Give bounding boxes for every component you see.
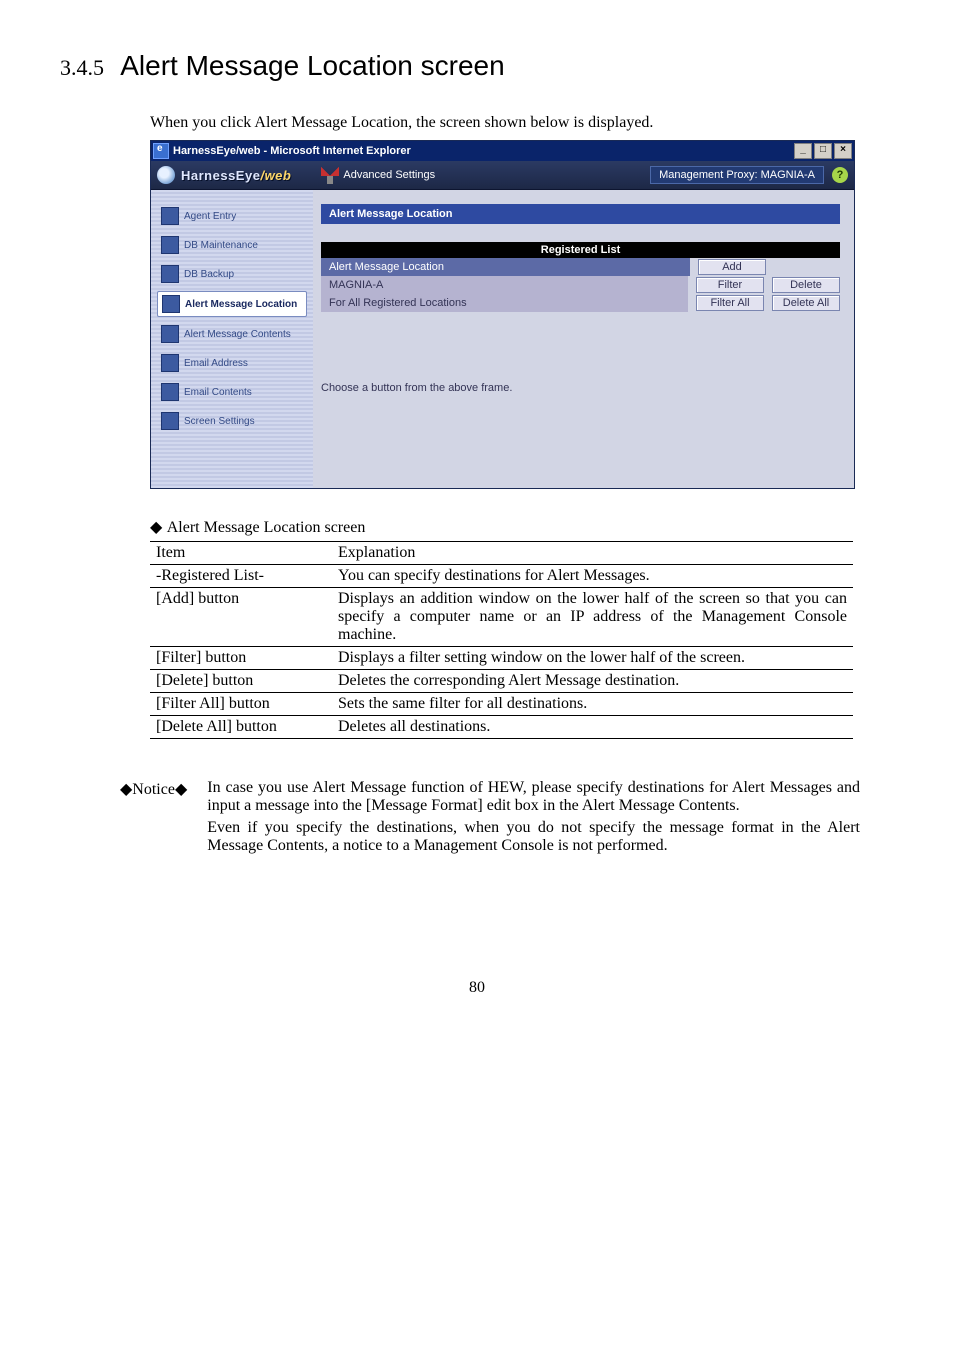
screen-settings-icon	[161, 412, 179, 430]
filter-button[interactable]: Filter	[696, 277, 764, 293]
db-maintenance-icon	[161, 236, 179, 254]
alert-contents-icon	[161, 325, 179, 343]
page-number: 80	[60, 979, 894, 997]
registered-list-header: Registered List	[321, 242, 840, 258]
table-row: [Delete All] buttonDeletes all destinati…	[150, 716, 853, 739]
email-address-icon	[161, 354, 179, 372]
section-number: 3.4.5	[60, 55, 104, 80]
notice-label: ◆Notice◆	[120, 779, 187, 859]
th-item: Item	[150, 542, 332, 565]
th-explanation: Explanation	[332, 542, 853, 565]
section-heading: 3.4.5 Alert Message Location screen	[60, 50, 894, 82]
sidebar-item-alert-message-location[interactable]: Alert Message Location	[157, 291, 307, 317]
management-proxy-badge: Management Proxy: MAGNIA-A	[650, 166, 824, 184]
sidebar-item-db-maintenance[interactable]: DB Maintenance	[157, 233, 307, 257]
app-window: HarnessEye/web - Microsoft Internet Expl…	[150, 140, 855, 489]
location-row-1: MAGNIA-A	[321, 276, 688, 294]
sidebar-item-alert-message-contents[interactable]: Alert Message Contents	[157, 322, 307, 346]
sidebar-item-agent-entry[interactable]: Agent Entry	[157, 204, 307, 228]
location-row-all: For All Registered Locations	[321, 294, 688, 312]
instruction-text: Choose a button from the above frame.	[321, 382, 840, 394]
brand-text: HarnessEye/web	[181, 168, 291, 183]
main-panel: Alert Message Location Registered List A…	[313, 190, 854, 488]
agent-entry-icon	[161, 207, 179, 225]
delete-all-button[interactable]: Delete All	[772, 295, 840, 311]
app-topbar: HarnessEye/web Advanced Settings Managem…	[151, 161, 854, 190]
table-row: [Add] buttonDisplays an addition window …	[150, 588, 853, 647]
table-caption: ◆ Alert Message Location screen	[150, 517, 894, 537]
notice-block: ◆Notice◆ In case you use Alert Message f…	[120, 779, 860, 859]
table-row: [Filter All] buttonSets the same filter …	[150, 693, 853, 716]
db-backup-icon	[161, 265, 179, 283]
intro-text: When you click Alert Message Location, t…	[150, 114, 894, 132]
close-button[interactable]: ×	[834, 143, 852, 159]
ie-icon	[153, 143, 169, 159]
email-contents-icon	[161, 383, 179, 401]
help-icon[interactable]: ?	[832, 167, 848, 183]
notice-paragraph-2: Even if you specify the destinations, wh…	[207, 819, 860, 855]
sidebar-item-email-contents[interactable]: Email Contents	[157, 380, 307, 404]
maximize-button[interactable]: □	[814, 143, 832, 159]
alert-location-icon	[162, 295, 180, 313]
window-title: HarnessEye/web - Microsoft Internet Expl…	[173, 145, 411, 157]
sidebar-item-db-backup[interactable]: DB Backup	[157, 262, 307, 286]
brand-icon	[157, 166, 175, 184]
delete-button[interactable]: Delete	[772, 277, 840, 293]
filter-all-button[interactable]: Filter All	[696, 295, 764, 311]
minimize-button[interactable]: _	[794, 143, 812, 159]
table-row: [Filter] buttonDisplays a filter setting…	[150, 647, 853, 670]
sidebar: Agent Entry DB Maintenance DB Backup Ale…	[151, 190, 313, 488]
table-row: -Registered List-You can specify destina…	[150, 565, 853, 588]
add-button[interactable]: Add	[698, 259, 766, 275]
panel-title: Alert Message Location	[321, 204, 840, 224]
table-row: [Delete] buttonDeletes the corresponding…	[150, 670, 853, 693]
sidebar-item-screen-settings[interactable]: Screen Settings	[157, 409, 307, 433]
explanation-table: Item Explanation -Registered List-You ca…	[150, 541, 853, 739]
tools-icon	[321, 166, 339, 184]
window-titlebar: HarnessEye/web - Microsoft Internet Expl…	[151, 141, 854, 161]
sidebar-item-email-address[interactable]: Email Address	[157, 351, 307, 375]
notice-paragraph-1: In case you use Alert Message function o…	[207, 779, 860, 815]
column-header: Alert Message Location	[321, 258, 690, 276]
section-title: Alert Message Location screen	[120, 50, 504, 81]
advanced-settings-link[interactable]: Advanced Settings	[321, 166, 435, 184]
